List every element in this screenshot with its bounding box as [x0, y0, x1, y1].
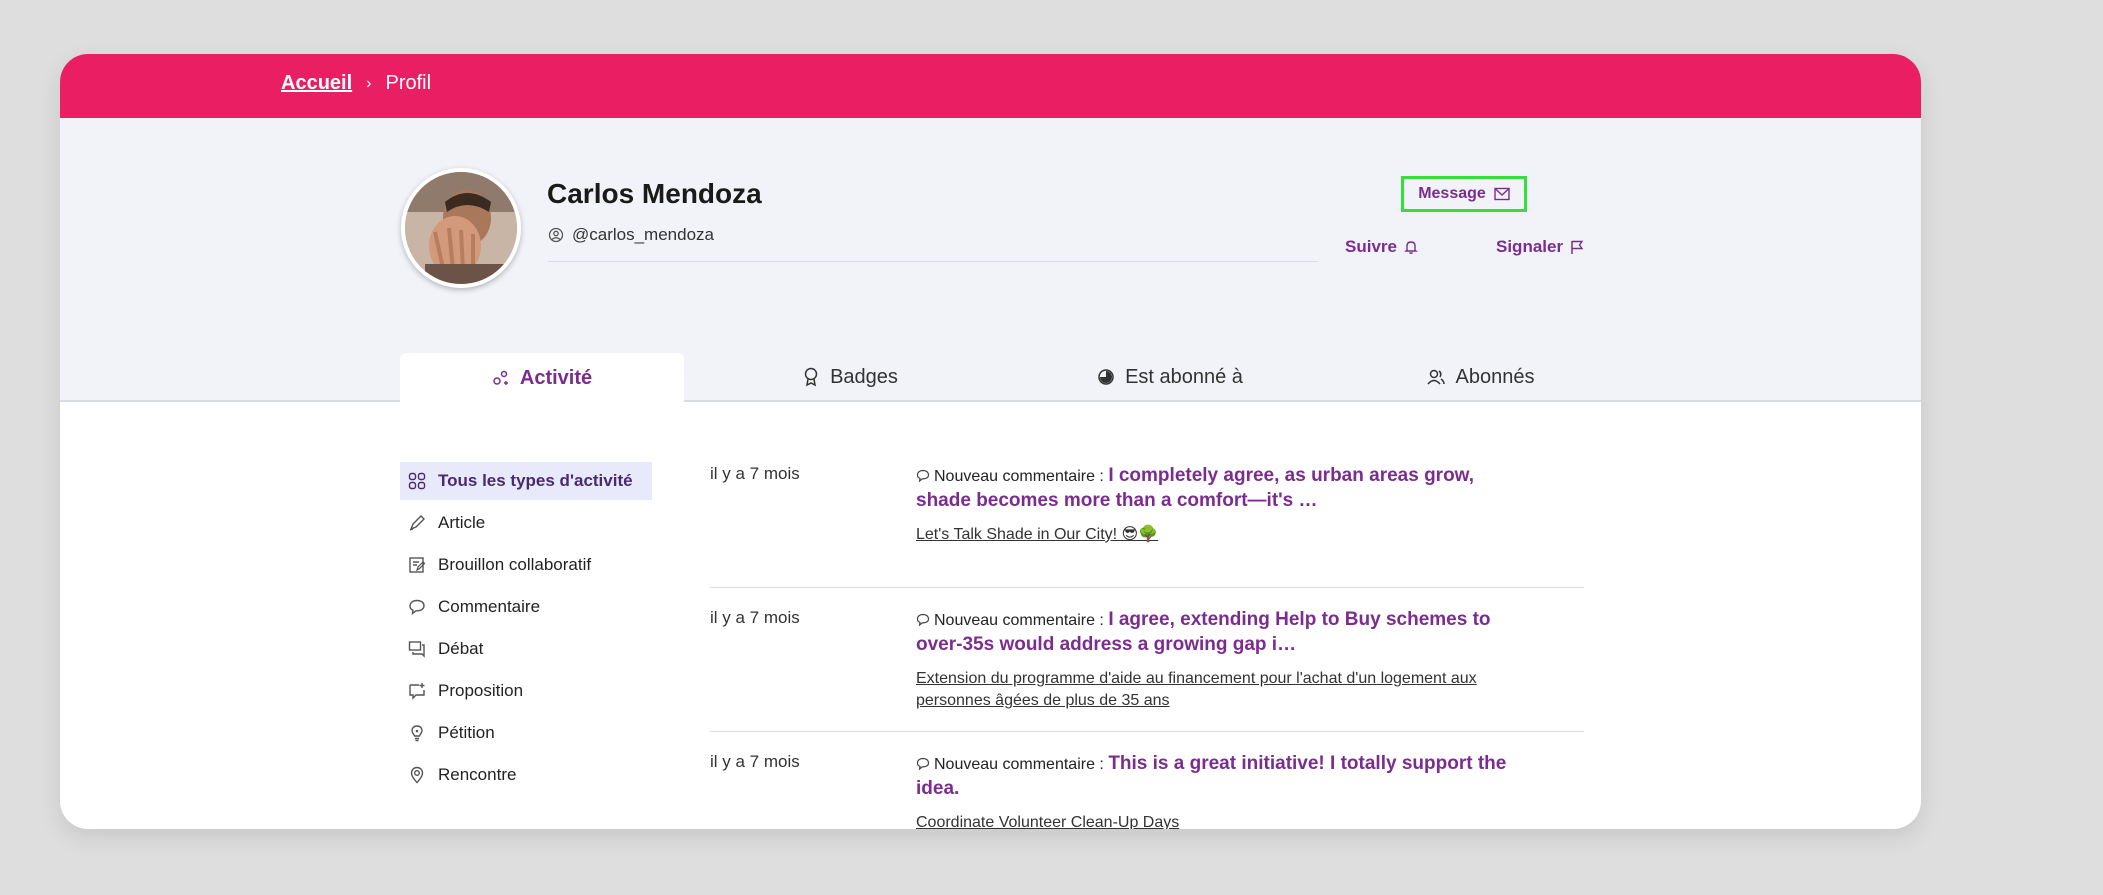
activity-type: Nouveau commentaire :	[934, 468, 1104, 485]
activity-summary: Nouveau commentaire : I completely agree…	[916, 464, 1516, 514]
filter-meeting[interactable]: Rencontre	[400, 756, 652, 794]
user-circle-icon	[548, 227, 564, 243]
breadcrumb: Accueil › Profil	[281, 72, 431, 95]
location-icon	[410, 766, 424, 784]
filter-label: Débat	[438, 639, 484, 658]
message-button[interactable]: Message	[1401, 176, 1527, 212]
filter-label: Commentaire	[438, 597, 541, 616]
filter-label: Rencontre	[438, 765, 517, 784]
activity-summary: Nouveau commentaire : This is a great in…	[916, 752, 1516, 802]
profile-name: Carlos Mendoza	[547, 178, 762, 209]
activity-feed: il y a 7 mois Nouveau commentaire : I co…	[710, 454, 1584, 829]
bell-icon	[1404, 241, 1418, 254]
activity-time: il y a 7 mois	[710, 752, 800, 771]
bulb-icon	[411, 725, 423, 742]
filter-collaborative-draft[interactable]: Brouillon collaboratif	[400, 546, 652, 584]
activity-item: il y a 7 mois Nouveau commentaire : I ag…	[710, 588, 1584, 732]
report-button[interactable]: Signaler	[1496, 237, 1585, 257]
following-icon	[1098, 369, 1114, 385]
activity-item: il y a 7 mois Nouveau commentaire : This…	[710, 732, 1584, 829]
comment-icon	[916, 757, 930, 771]
tab-following[interactable]: Est abonné à	[1040, 354, 1300, 400]
pen-icon	[409, 515, 425, 531]
activity-item: il y a 7 mois Nouveau commentaire : I co…	[710, 454, 1584, 588]
badge-icon	[804, 367, 818, 387]
activity-target-link[interactable]: Extension du programme d'aide au finance…	[916, 668, 1516, 712]
profile-handle: @carlos_mendoza	[572, 225, 714, 244]
message-button-label: Message	[1418, 185, 1486, 202]
avatar-photo	[405, 172, 517, 284]
profile-card: Accueil › Profil Carlos Mendoza @carlos_…	[60, 54, 1921, 829]
comment-icon	[916, 613, 930, 627]
filter-comment[interactable]: Commentaire	[400, 588, 652, 626]
filter-label: Article	[438, 513, 486, 532]
avatar	[401, 168, 521, 288]
filter-proposal[interactable]: Proposition	[400, 672, 652, 710]
grid-icon	[408, 472, 426, 490]
activity-summary: Nouveau commentaire : I agree, extending…	[916, 608, 1516, 658]
flag-icon	[1571, 240, 1584, 254]
report-button-label: Signaler	[1496, 237, 1564, 256]
activity-target-link[interactable]: Coordinate Volunteer Clean-Up Days	[916, 812, 1516, 829]
activity-type: Nouveau commentaire :	[934, 756, 1104, 773]
activity-body: Nouveau commentaire : I completely agree…	[916, 454, 1516, 546]
breadcrumb-separator: ›	[366, 74, 372, 92]
tab-followers[interactable]: Abonnés	[1360, 354, 1600, 400]
top-bar: Accueil › Profil	[60, 54, 1921, 118]
activity-body: Nouveau commentaire : I agree, extending…	[916, 588, 1516, 712]
tab-activity[interactable]: Activité	[400, 353, 684, 403]
filter-label: Tous les types d'activité	[438, 471, 633, 490]
activity-time: il y a 7 mois	[710, 608, 800, 627]
filter-all-types[interactable]: Tous les types d'activité	[400, 462, 652, 500]
mail-icon	[1494, 187, 1510, 201]
activity-type: Nouveau commentaire :	[934, 612, 1104, 629]
tab-badges[interactable]: Badges	[740, 354, 960, 400]
profile-divider	[548, 261, 1318, 262]
activity-target-link[interactable]: Let's Talk Shade in Our City! 😎🌳	[916, 524, 1516, 546]
follow-button-label: Suivre	[1345, 237, 1397, 256]
filter-label: Brouillon collaboratif	[438, 555, 592, 574]
comment-icon	[409, 599, 425, 616]
activity-time: il y a 7 mois	[710, 464, 800, 483]
filter-debate[interactable]: Débat	[400, 630, 652, 668]
tab-following-label: Est abonné à	[1125, 365, 1243, 388]
tab-followers-label: Abonnés	[1455, 365, 1535, 388]
followers-icon	[1426, 369, 1445, 385]
filter-label: Pétition	[438, 723, 495, 742]
comment-icon	[916, 469, 930, 483]
profile-header	[60, 118, 1921, 402]
breadcrumb-current: Profil	[385, 72, 432, 94]
proposal-icon	[409, 683, 425, 700]
tab-activity-label: Activité	[519, 366, 593, 389]
activity-icon	[493, 370, 508, 385]
draft-icon	[409, 557, 426, 573]
activity-filter-list: Tous les types d'activité Article Brouil…	[400, 462, 652, 798]
activity-body: Nouveau commentaire : This is a great in…	[916, 732, 1516, 829]
debate-icon	[408, 641, 425, 658]
filter-article[interactable]: Article	[400, 504, 652, 542]
follow-button[interactable]: Suivre	[1345, 237, 1419, 257]
profile-handle-row: @carlos_mendoza	[548, 225, 714, 245]
tab-badges-label: Badges	[830, 365, 898, 388]
filter-petition[interactable]: Pétition	[400, 714, 652, 752]
breadcrumb-home-link[interactable]: Accueil	[281, 72, 352, 95]
filter-label: Proposition	[438, 681, 524, 700]
